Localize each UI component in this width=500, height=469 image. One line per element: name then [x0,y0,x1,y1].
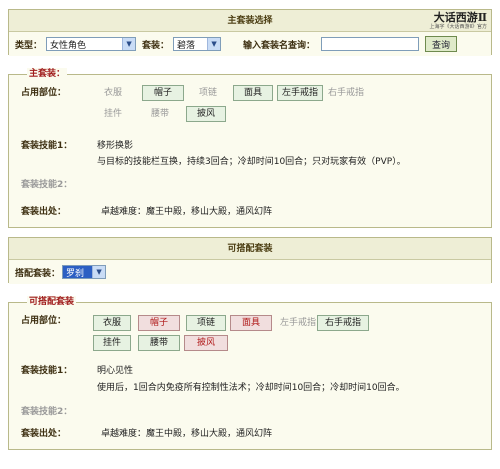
combo-slot-mask: 面具 [230,315,272,331]
combo-title: 可搭配套装 [227,244,273,254]
main-skill2-label: 套装技能2： [21,180,73,190]
set-select[interactable]: 碧落 ▼ [173,37,222,51]
combo-slot-necklace: 项链 [186,315,226,331]
combo-set-fieldset: 可搭配套装 占用部位： 衣服 帽子 项链 面具 左手戒指 右手戒指 挂件 腰带 … [8,296,492,450]
slot-label: 帽子 [149,318,168,328]
main-skill1-name: 移形换影 [97,141,134,151]
main-selection-panel: 主套装选择 大话西游Ⅱ 上海字《大话西游Ⅱ》官方 类型： 女性角色 ▼ 套装： … [8,9,492,56]
main-slot-necklace: 项链 [190,85,226,101]
combo-header: 可搭配套装 [9,238,491,260]
slot-label: 衣服 [102,318,121,328]
slot-label: 衣服 [103,88,122,98]
search-input[interactable] [321,37,420,51]
slot-label: 披风 [196,109,215,119]
game-logo-subtext: 上海字《大话西游Ⅱ》官方 [429,24,487,30]
slot-label: 挂件 [102,338,121,348]
main-slot-right-ring: 右手戒指 [323,85,369,101]
combo-slot-left-ring: 左手戒指 [274,315,322,331]
combo-panel: 可搭配套装 搭配套装： 罗刹 ▼ [8,237,492,284]
search-button[interactable]: 查询 [425,36,458,52]
type-select[interactable]: 女性角色 ▼ [46,37,137,51]
slot-label: 左手戒指 [281,88,318,98]
combo-slot-clothes: 衣服 [93,315,131,331]
combo-filter-bar: 搭配套装： 罗刹 ▼ [9,260,491,284]
combo-slot-belt: 腰带 [138,335,180,351]
slot-label: 项链 [196,318,215,328]
slot-label: 右手戒指 [327,88,364,98]
slot-label: 腰带 [149,338,168,348]
chevron-down-icon: ▼ [92,266,106,278]
set-label: 套装： [142,40,170,51]
main-selection-header: 主套装选择 大话西游Ⅱ 上海字《大话西游Ⅱ》官方 [9,10,491,32]
chevron-down-icon: ▼ [207,38,221,50]
page-title: 主套装选择 [227,16,273,26]
main-slot-belt: 腰带 [142,106,178,122]
main-source-label: 套装出处： [21,207,67,217]
main-slots-label: 占用部位： [21,88,67,98]
chevron-down-icon: ▼ [122,38,136,50]
slot-label: 帽子 [153,88,172,98]
slot-label: 左手戒指 [279,318,316,328]
filter-bar: 类型： 女性角色 ▼ 套装： 碧落 ▼ 输入套装名查询： 查询 [9,32,491,56]
main-slot-left-ring: 左手戒指 [277,85,323,101]
combo-slot-cape: 披风 [184,335,228,351]
game-logo: 大话西游Ⅱ [433,11,487,24]
main-slot-mask: 面具 [233,85,273,101]
combo-slot-right-ring: 右手戒指 [317,315,369,331]
type-label: 类型： [15,40,43,51]
combo-source-value: 卓越难度：魔王中殿，移山大殿，通风幻阵 [101,429,273,439]
combo-select-label: 搭配套装： [15,268,61,279]
combo-set-select[interactable]: 罗刹 ▼ [62,265,107,279]
main-slot-clothes: 衣服 [97,85,129,101]
combo-skill1-desc: 使用后，1回合内免疫所有控制性法术；冷却时间10回合；冷却时间10回合。 [97,383,405,393]
slot-label: 披风 [196,338,215,348]
main-source-value: 卓越难度：魔王中殿，移山大殿，通风幻阵 [101,207,273,217]
slot-label: 面具 [241,318,260,328]
main-slot-cape: 披风 [186,106,226,122]
slot-label: 项链 [198,88,217,98]
main-skill1-label: 套装技能1： [21,141,73,151]
main-skill1-desc: 与目标的技能栏互换，持续3回合；冷却时间10回合；只对玩家有效（PVP）。 [97,157,406,167]
slot-label: 挂件 [103,109,122,119]
combo-skill2-label: 套装技能2： [21,407,73,417]
combo-source-label: 套装出处： [21,429,67,439]
main-slot-hat: 帽子 [142,85,184,101]
combo-slots-label: 占用部位： [21,316,67,326]
slot-label: 面具 [243,88,262,98]
slot-label: 右手戒指 [324,318,361,328]
main-set-legend: 主套装： [27,68,68,80]
search-label: 输入套装名查询： [243,40,316,51]
combo-set-legend: 可搭配套装 [27,296,77,308]
type-select-value: 女性角色 [50,40,87,51]
main-set-fieldset: 主套装： 占用部位： 衣服 帽子 项链 面具 左手戒指 右手戒指 挂件 腰带 披… [8,68,492,228]
slot-label: 腰带 [150,109,169,119]
set-select-value: 碧落 [177,40,196,51]
main-slot-pendant: 挂件 [97,106,129,122]
combo-skill1-name: 明心见性 [97,366,134,376]
combo-skill1-label: 套装技能1： [21,366,73,376]
combo-select-value: 罗刹 [66,268,85,279]
combo-slot-pendant: 挂件 [93,335,131,351]
combo-slot-hat: 帽子 [138,315,180,331]
